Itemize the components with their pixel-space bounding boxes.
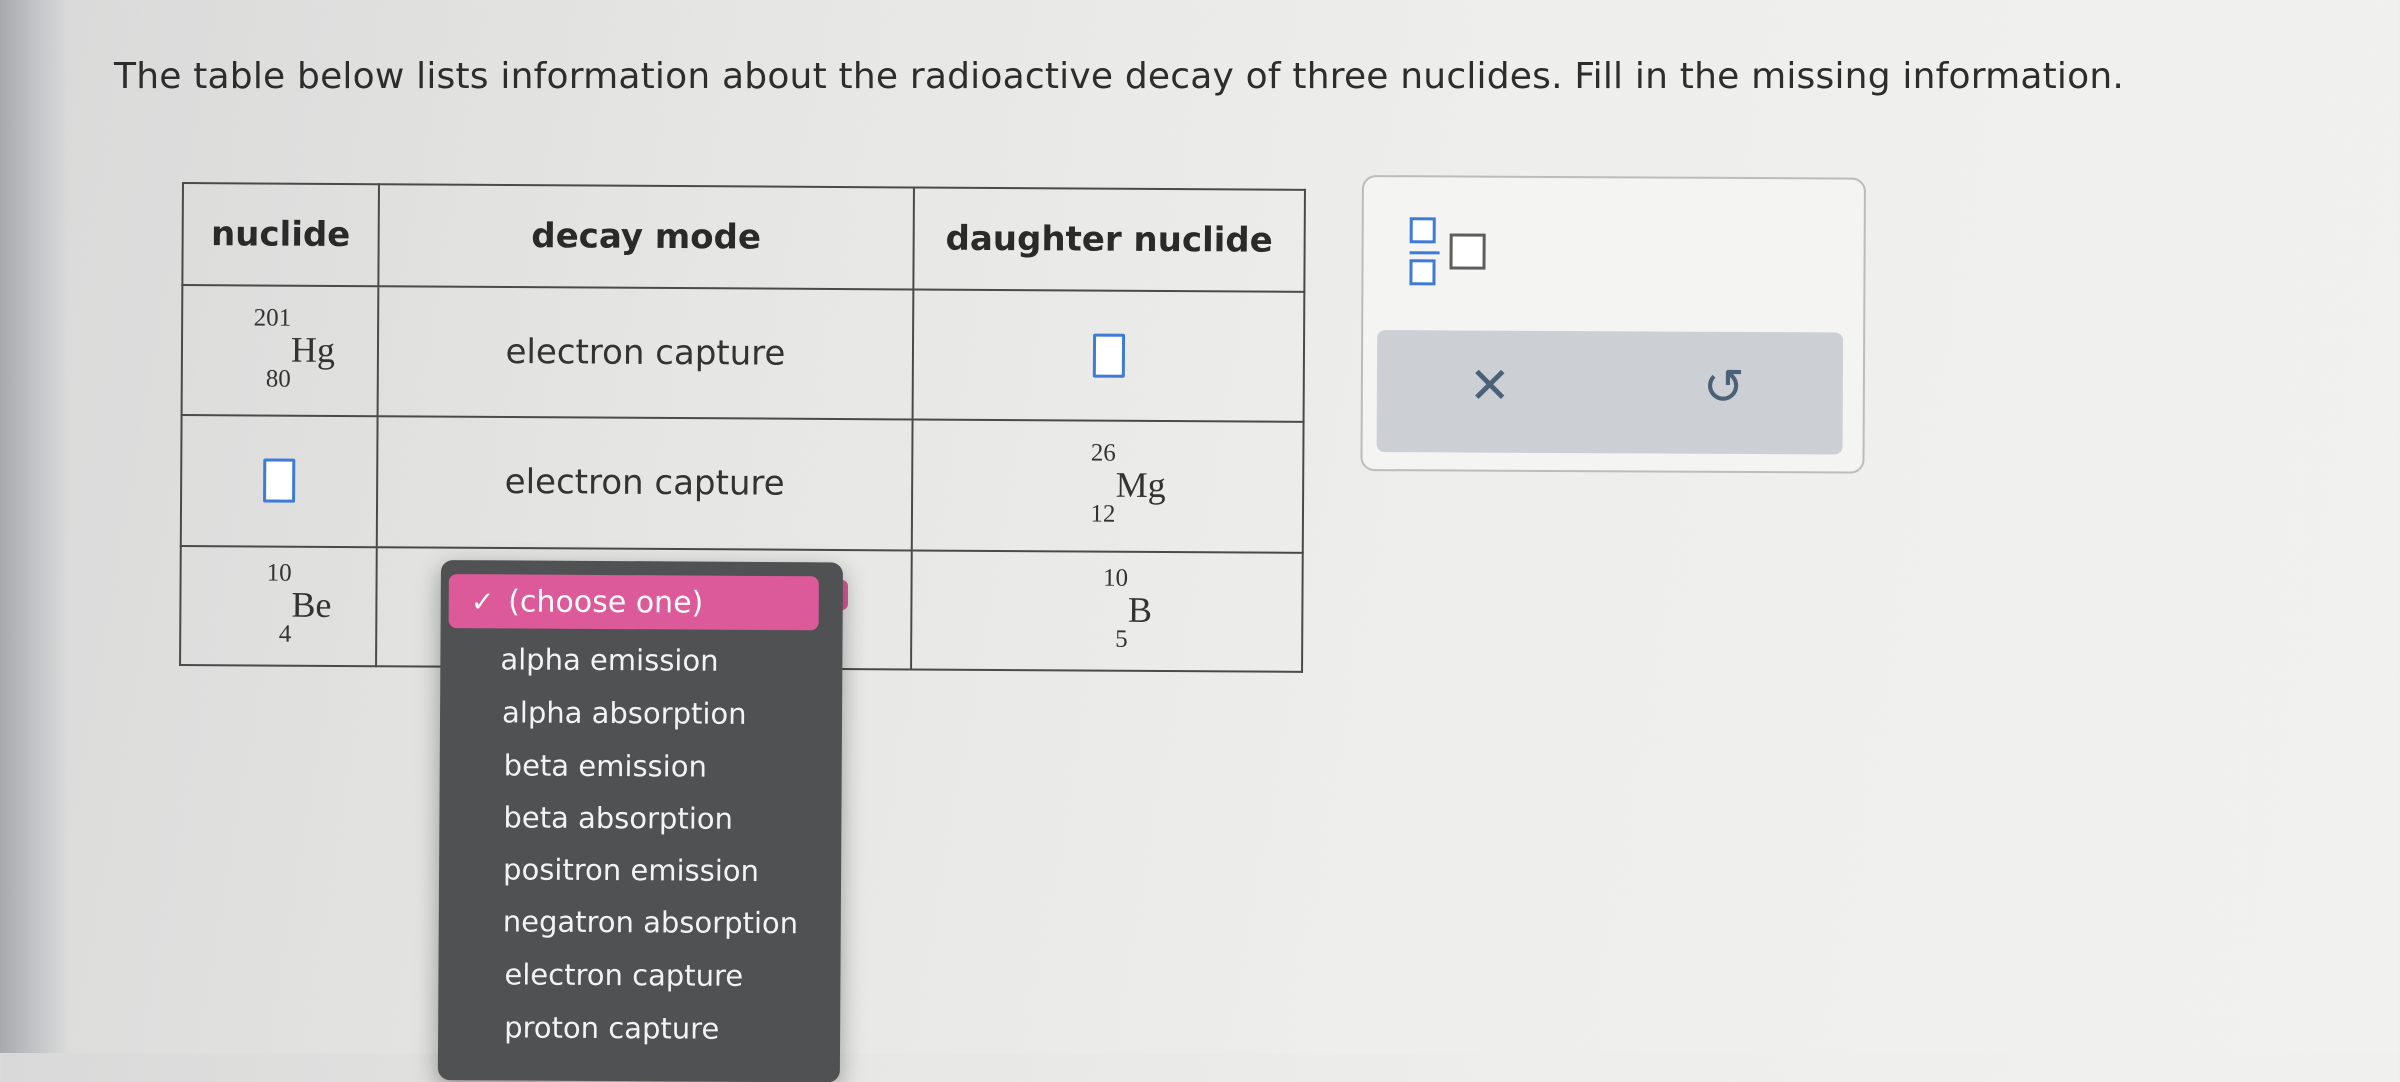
atomic-number: 5 — [1115, 625, 1128, 654]
dropdown-option-alpha-emission[interactable]: alpha emission — [500, 642, 718, 677]
nuclide-symbol: 201 80 Hg — [225, 305, 336, 393]
mass-number: 26 — [1090, 439, 1116, 468]
nuclide-symbol: 10 4 Be — [225, 560, 332, 648]
nuclide-symbol: 26 12 Mg — [1050, 440, 1166, 528]
atomic-number: 12 — [1090, 500, 1116, 529]
dropdown-option-beta-emission[interactable]: beta emission — [504, 748, 707, 783]
mass-number: 10 — [1102, 564, 1129, 593]
question-text: The table below lists information about … — [114, 56, 2124, 97]
nuclide-input-box[interactable] — [263, 458, 296, 504]
table-header-row: nuclide decay mode daughter nuclide — [182, 183, 1305, 292]
dropdown-option-beta-absorption[interactable]: beta absorption — [503, 800, 733, 835]
daughter-cell — [912, 289, 1305, 423]
fraction-side-box — [1449, 233, 1486, 270]
daughter-cell: 10 5 B — [911, 550, 1303, 672]
header-nuclide: nuclide — [182, 183, 379, 287]
decay-mode-cell: electron capture — [377, 286, 914, 420]
dropdown-option-negatron-absorption[interactable]: negatron absorption — [503, 904, 799, 940]
undo-icon[interactable]: ↺ — [1703, 358, 1745, 416]
fraction-box-icon[interactable] — [1409, 217, 1499, 297]
atomic-number: 4 — [278, 620, 292, 648]
element-symbol: Be — [291, 584, 332, 626]
mass-number: 10 — [266, 559, 292, 587]
screen-edge-shadow — [0, 0, 70, 1053]
decay-mode-cell: electron capture — [376, 416, 913, 551]
dropdown-option-label: (choose one) — [508, 583, 704, 621]
element-symbol: Hg — [290, 329, 336, 371]
nuclide-cell — [180, 415, 378, 547]
decay-mode-dropdown[interactable]: ✓ (choose one) alpha emission alpha abso… — [437, 560, 843, 1082]
dropdown-option-electron-capture[interactable]: electron capture — [504, 957, 743, 992]
action-bar: ✕ ↺ — [1376, 330, 1844, 455]
nuclide-cell: 201 80 Hg — [181, 285, 379, 417]
checkmark-icon: ✓ — [470, 584, 495, 618]
daughter-input-box[interactable] — [1092, 333, 1125, 378]
element-symbol: Mg — [1115, 465, 1166, 506]
element-symbol: B — [1127, 590, 1153, 631]
header-daughter-nuclide: daughter nuclide — [913, 187, 1305, 292]
atomic-number: 80 — [265, 365, 291, 393]
dropdown-option-selected[interactable]: ✓ (choose one) — [448, 574, 819, 631]
nuclide-cell: 10 4 Be — [180, 545, 377, 667]
x-icon[interactable]: ✕ — [1469, 357, 1511, 415]
header-decay-mode: decay mode — [378, 184, 914, 290]
dropdown-option-proton-capture[interactable]: proton capture — [504, 1010, 719, 1045]
fraction-bar — [1409, 251, 1440, 255]
table-row: 201 80 Hg electron capture — [181, 285, 1305, 423]
dropdown-option-positron-emission[interactable]: positron emission — [503, 852, 759, 888]
dropdown-option-alpha-absorption[interactable]: alpha absorption — [502, 695, 747, 730]
answer-tools-panel: ✕ ↺ — [1360, 175, 1866, 474]
fraction-denominator-box — [1409, 259, 1436, 286]
table-row: electron capture 26 12 Mg — [180, 415, 1304, 553]
mass-number: 201 — [253, 304, 292, 332]
nuclide-symbol: 10 5 B — [1062, 565, 1153, 653]
daughter-cell: 26 12 Mg — [911, 419, 1304, 553]
fraction-numerator-box — [1409, 217, 1436, 244]
